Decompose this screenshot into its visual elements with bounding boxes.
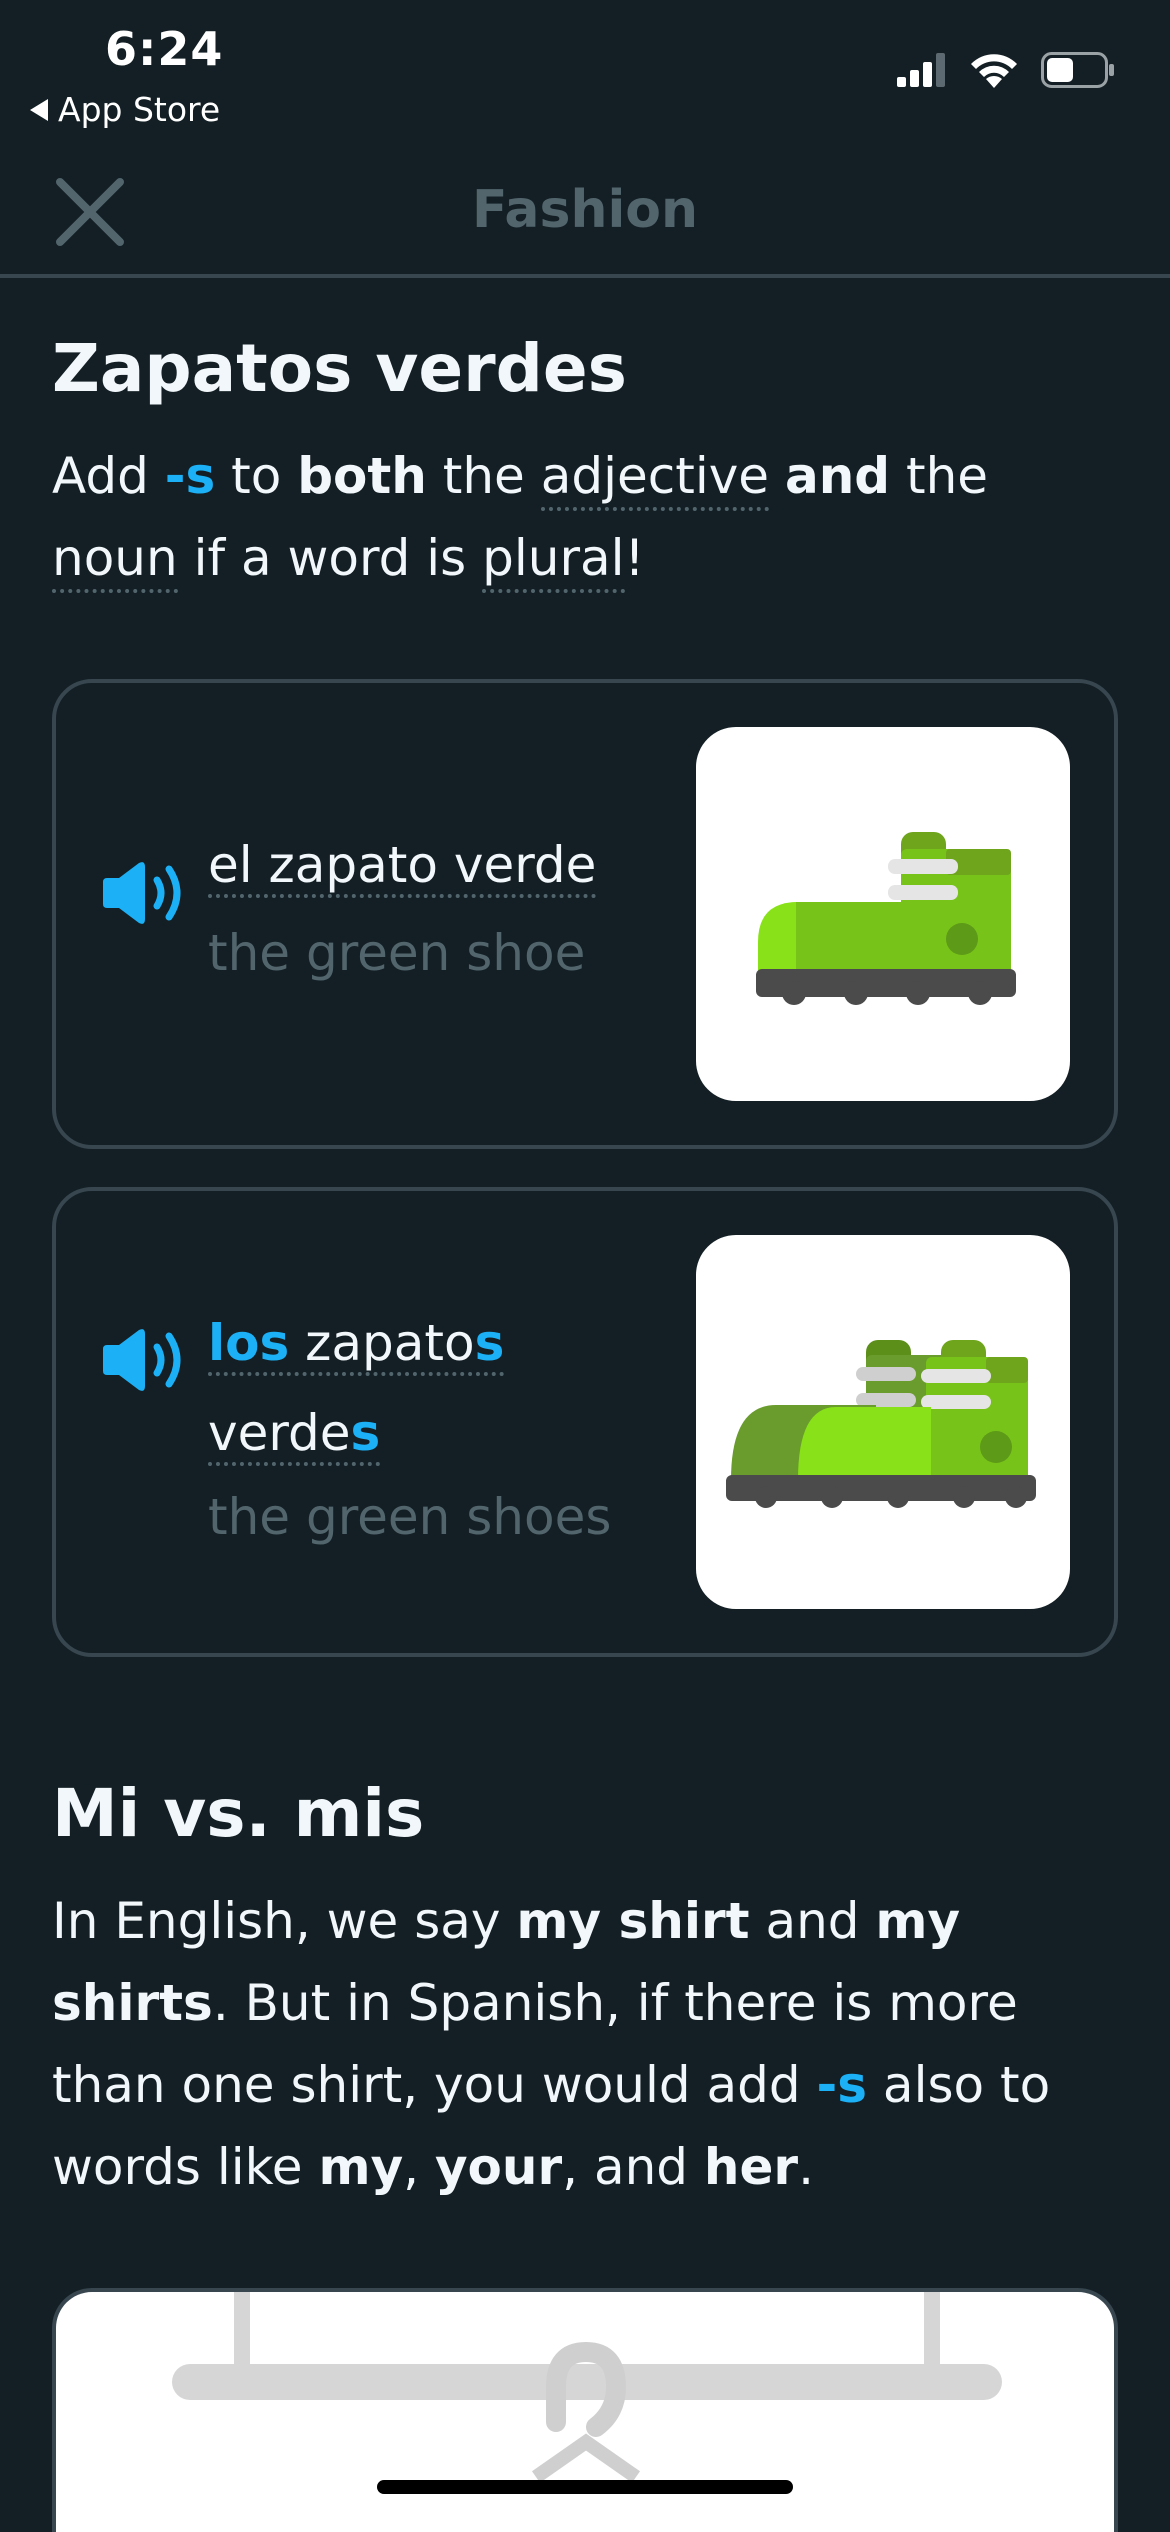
plural-suffix: s: [350, 1404, 381, 1462]
text-fragment: In English, we say: [52, 1892, 517, 1950]
example-text: el zapato verde the green shoe: [208, 833, 648, 985]
text-fragment: and: [749, 1892, 876, 1950]
bold-word: her: [703, 2138, 799, 2196]
battery-icon: [1041, 52, 1114, 88]
text-fragment: [769, 447, 785, 505]
hint-word-adjective[interactable]: adjective: [540, 447, 770, 511]
green-shoes-image: [696, 1235, 1070, 1609]
back-app-label: App Store: [58, 90, 221, 129]
wifi-icon: [971, 54, 1017, 88]
hint-phrase[interactable]: el zapato verde: [208, 836, 597, 898]
spanish-phrase: los zapatos: [208, 1311, 648, 1376]
status-icons: [897, 52, 1115, 88]
hint-word-plural[interactable]: plural: [482, 529, 625, 593]
english-translation: the green shoes: [208, 1488, 612, 1546]
english-translation: the green shoe: [208, 924, 586, 982]
speaker-icon[interactable]: [101, 1327, 187, 1393]
text-fragment: to: [215, 447, 298, 505]
section-title-zapatos: Zapatos verdes: [52, 330, 627, 407]
word-stem: verde: [208, 1404, 351, 1462]
example-card-singular: el zapato verde the green shoe: [52, 679, 1118, 1149]
status-bar: 6:24 App Store: [0, 0, 1170, 140]
plural-article: los: [208, 1314, 290, 1372]
word-stem: zapato: [289, 1314, 475, 1372]
back-to-app-store[interactable]: App Store: [30, 90, 220, 129]
green-shoe-image: [696, 727, 1070, 1101]
home-indicator: [377, 2480, 793, 2494]
hint-word-noun[interactable]: noun: [52, 529, 178, 593]
text-fragment: .: [798, 2138, 814, 2196]
signal-icon: [897, 53, 945, 87]
hint-phrase[interactable]: verdes: [208, 1404, 381, 1466]
section-title-mi-vs-mis: Mi vs. mis: [52, 1775, 425, 1852]
text-fragment: ,: [403, 2138, 435, 2196]
status-time: 6:24: [105, 22, 224, 76]
bold-word: my: [318, 2138, 404, 2196]
section-paragraph-plural: Add -s to both the adjective and the nou…: [52, 435, 1118, 599]
bold-word: and: [784, 447, 891, 505]
shoes-illustration: [726, 1340, 1036, 1508]
example-card-plural: los zapatos verdes the green shoes: [52, 1187, 1118, 1657]
page-title: Fashion: [471, 180, 699, 240]
lesson-header: Fashion: [0, 150, 1170, 278]
highlight-suffix: -s: [164, 447, 216, 505]
text-fragment: the: [426, 447, 541, 505]
shoe-illustration: [756, 832, 1016, 1005]
bold-word: your: [434, 2138, 563, 2196]
highlight-suffix: -s: [816, 2056, 868, 2114]
back-triangle-icon: [30, 98, 48, 121]
example-card-shirts: [52, 2288, 1118, 2532]
clothes-rack-illustration: [172, 2292, 1002, 2483]
bold-word: both: [297, 447, 427, 505]
plural-suffix: s: [474, 1314, 505, 1372]
tips-content: Zapatos verdes Add -s to both the adject…: [52, 278, 1118, 2532]
section-paragraph-possessives: In English, we say my shirt and my shirt…: [52, 1880, 1118, 2208]
text-fragment: , and: [562, 2138, 704, 2196]
spanish-phrase-line2: verdes: [208, 1401, 648, 1466]
text-fragment: the: [890, 447, 989, 505]
hint-phrase[interactable]: los zapatos: [208, 1314, 505, 1376]
bold-phrase: my shirt: [516, 1892, 750, 1950]
text-fragment: !: [624, 529, 645, 587]
example-text: los zapatos verdes the green shoes: [208, 1311, 648, 1549]
speaker-icon[interactable]: [101, 860, 187, 926]
text-fragment: if a word is: [177, 529, 483, 587]
text-fragment: Add: [52, 447, 165, 505]
spanish-phrase: el zapato verde: [208, 833, 648, 898]
